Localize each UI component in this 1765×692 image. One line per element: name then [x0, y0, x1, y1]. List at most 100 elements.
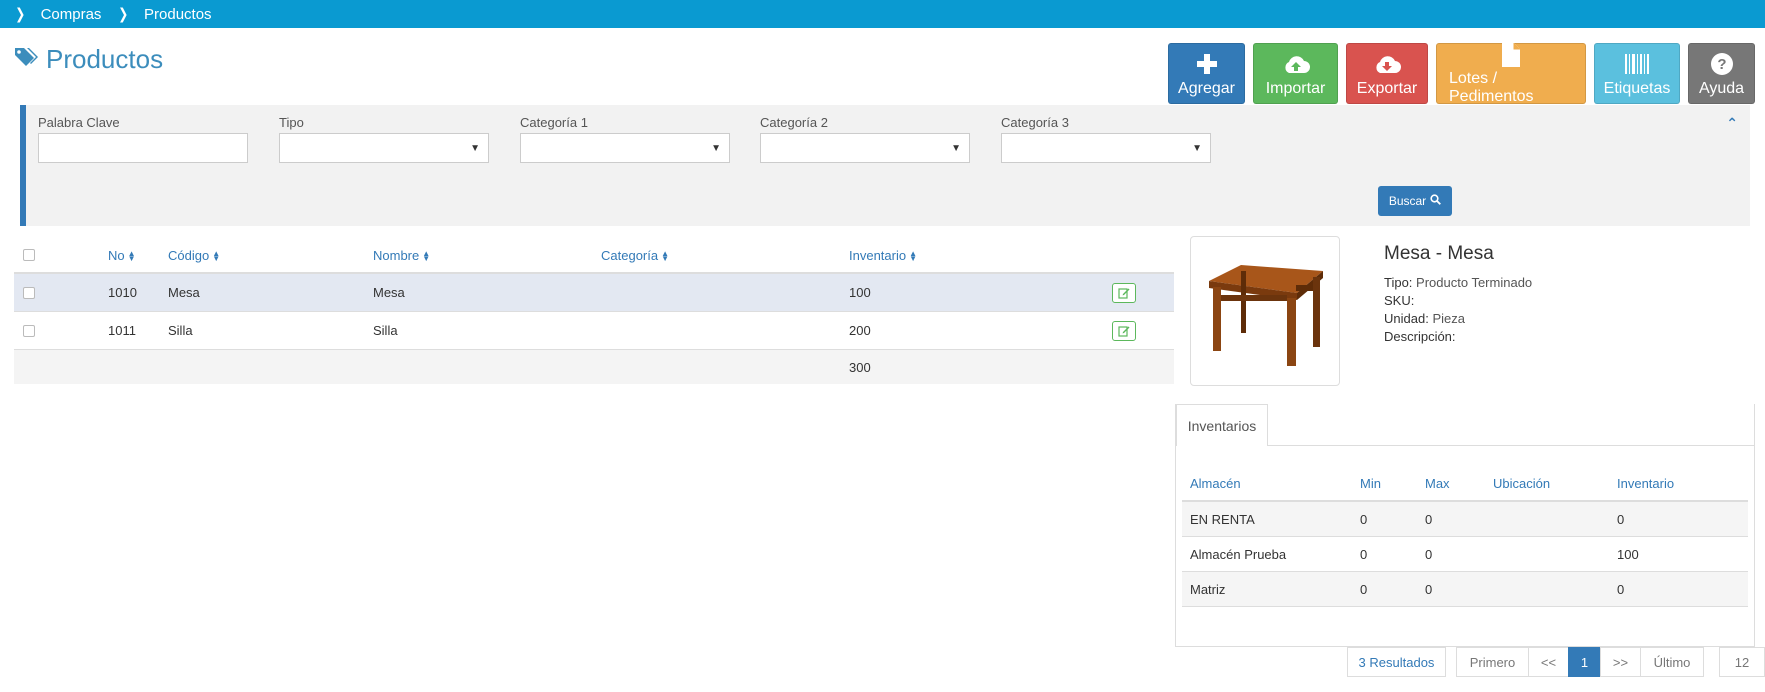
detail-sku: SKU: [1384, 293, 1415, 308]
column-header-categoria[interactable]: Categoría ▲ ▼ [601, 248, 669, 263]
categoria1-label: Categoría 1 [520, 115, 588, 130]
cell-inventario: 100 [849, 285, 871, 300]
breadcrumb: ❯ Compras ❯ Productos [0, 0, 1765, 28]
breadcrumb-item-productos[interactable]: Productos [144, 6, 212, 23]
inventory-row: EN RENTA 0 0 0 [1182, 502, 1748, 537]
cell-max: 0 [1425, 546, 1433, 562]
categoria1-select[interactable]: ▼ [520, 133, 730, 163]
add-button[interactable]: Agregar [1168, 43, 1245, 104]
caret-down-icon: ▼ [711, 143, 721, 154]
column-header-ubicacion: Ubicación [1493, 475, 1551, 491]
table-header: No ▲ ▼ Código ▲ ▼ Nombre ▲ ▼ Categoría ▲ ▼ Inven… [14, 238, 1174, 274]
tab-inventarios[interactable]: Inventarios [1176, 404, 1268, 446]
question-icon: ? [1710, 50, 1734, 78]
chevron-up-icon[interactable]: ⌃ [1726, 115, 1738, 132]
caret-down-icon: ▼ [470, 143, 480, 154]
filter-panel: Palabra Clave Tipo ▼ Categoría 1 ▼ Categ… [20, 105, 1750, 226]
labels-button-label: Etiquetas [1603, 79, 1671, 97]
categoria2-select[interactable]: ▼ [760, 133, 970, 163]
help-button-label: Ayuda [1698, 79, 1745, 97]
table-row[interactable]: 1011 Silla Silla 200 [14, 312, 1174, 350]
column-header-almacen: Almacén [1190, 475, 1241, 491]
page-size-select[interactable]: 12 [1719, 647, 1765, 677]
cell-min: 0 [1360, 511, 1368, 527]
page-prev-button[interactable]: << [1528, 647, 1569, 677]
page-first-button[interactable]: Primero [1456, 647, 1529, 677]
row-checkbox[interactable] [23, 286, 35, 299]
cell-codigo: Silla [168, 323, 193, 338]
categoria3-filter: Categoría 3 ▼ [1001, 115, 1211, 163]
column-header-inventario: Inventario [1617, 475, 1675, 491]
caret-down-icon: ▼ [1192, 143, 1202, 154]
cell-inventario: 200 [849, 323, 871, 338]
categoria2-label: Categoría 2 [760, 115, 828, 130]
cell-max: 0 [1425, 581, 1433, 597]
help-button[interactable]: ? Ayuda [1688, 43, 1755, 104]
cell-no: 1011 [108, 323, 136, 338]
cell-nombre: Mesa [373, 285, 405, 300]
import-button[interactable]: Importar [1253, 43, 1338, 104]
inventory-row: Almacén Prueba 0 0 100 [1182, 537, 1748, 572]
categoria2-filter: Categoría 2 ▼ [760, 115, 970, 163]
products-table: No ▲ ▼ Código ▲ ▼ Nombre ▲ ▼ Categoría ▲ ▼ Inven… [14, 238, 1174, 384]
column-header-min: Min [1360, 475, 1381, 491]
search-button[interactable]: Buscar [1378, 186, 1452, 216]
export-button[interactable]: Exportar [1346, 43, 1428, 104]
barcode-icon [1624, 50, 1650, 78]
categoria3-select[interactable]: ▼ [1001, 133, 1211, 163]
labels-button[interactable]: Etiquetas [1594, 43, 1680, 104]
add-button-label: Agregar [1178, 79, 1235, 97]
page-next-button[interactable]: >> [1600, 647, 1641, 677]
detail-tipo: Tipo: Producto Terminado [1384, 275, 1533, 290]
tags-icon [14, 44, 38, 75]
column-header-inventario[interactable]: Inventario ▲ ▼ [849, 248, 917, 263]
column-header-no[interactable]: No ▲ ▼ [108, 248, 136, 263]
edit-button[interactable] [1112, 320, 1136, 341]
cloud-upload-icon [1282, 50, 1310, 78]
page-current[interactable]: 1 [1568, 647, 1601, 677]
select-all-checkbox[interactable] [23, 249, 35, 261]
breadcrumb-item-compras[interactable]: Compras [41, 6, 102, 23]
categoria3-label: Categoría 3 [1001, 115, 1069, 130]
action-toolbar: Agregar Importar Exportar Lotes / Pedime… [1168, 42, 1755, 105]
product-detail: Mesa - Mesa Tipo: Producto Terminado SKU… [1384, 243, 1532, 346]
inventory-table: Almacén Min Max Ubicación Inventario EN … [1182, 466, 1748, 607]
plus-icon [1196, 50, 1218, 78]
column-header-max: Max [1425, 475, 1450, 491]
cell-almacen: Almacén Prueba [1190, 546, 1287, 562]
keyword-filter: Palabra Clave [38, 115, 248, 163]
page-last-button[interactable]: Último [1640, 647, 1704, 677]
results-count: 3 Resultados [1347, 647, 1446, 677]
product-image [1190, 236, 1340, 386]
edit-button[interactable] [1112, 282, 1136, 303]
column-header-codigo[interactable]: Código ▲ ▼ [168, 248, 220, 263]
row-checkbox[interactable] [23, 324, 35, 337]
tipo-label: Tipo [279, 115, 304, 130]
cell-inventario: 100 [1617, 546, 1639, 562]
lotes-button-label: Lotes / Pedimentos [1449, 69, 1534, 105]
cell-almacen: EN RENTA [1190, 511, 1255, 527]
sort-icon: ▲ ▼ [909, 249, 918, 264]
keyword-input[interactable] [38, 133, 248, 163]
tab-divider [1267, 445, 1755, 446]
cell-min: 0 [1360, 546, 1368, 562]
detail-unidad: Unidad: Pieza [1384, 311, 1465, 326]
import-button-label: Importar [1265, 79, 1326, 97]
total-inventario: 300 [849, 359, 871, 375]
cell-max: 0 [1425, 511, 1433, 527]
edit-icon [1112, 320, 1136, 341]
column-header-nombre[interactable]: Nombre ▲ ▼ [373, 248, 430, 263]
file-icon [1501, 42, 1521, 68]
cell-almacen: Matriz [1190, 581, 1226, 597]
table-row[interactable]: 1010 Mesa Mesa 100 [14, 274, 1174, 312]
cell-inventario: 0 [1617, 581, 1625, 597]
lotes-pedimentos-button[interactable]: Lotes / Pedimentos [1436, 42, 1586, 105]
cell-inventario: 0 [1617, 511, 1625, 527]
tipo-select[interactable]: ▼ [279, 133, 489, 163]
keyword-label: Palabra Clave [38, 115, 120, 130]
page-title: Productos [14, 44, 163, 75]
inventory-panel: Inventarios Almacén Min Max Ubicación In… [1175, 404, 1755, 647]
sort-icon: ▲ ▼ [422, 249, 431, 264]
svg-text:?: ? [1717, 56, 1726, 73]
search-button-label: Buscar [1388, 194, 1427, 208]
